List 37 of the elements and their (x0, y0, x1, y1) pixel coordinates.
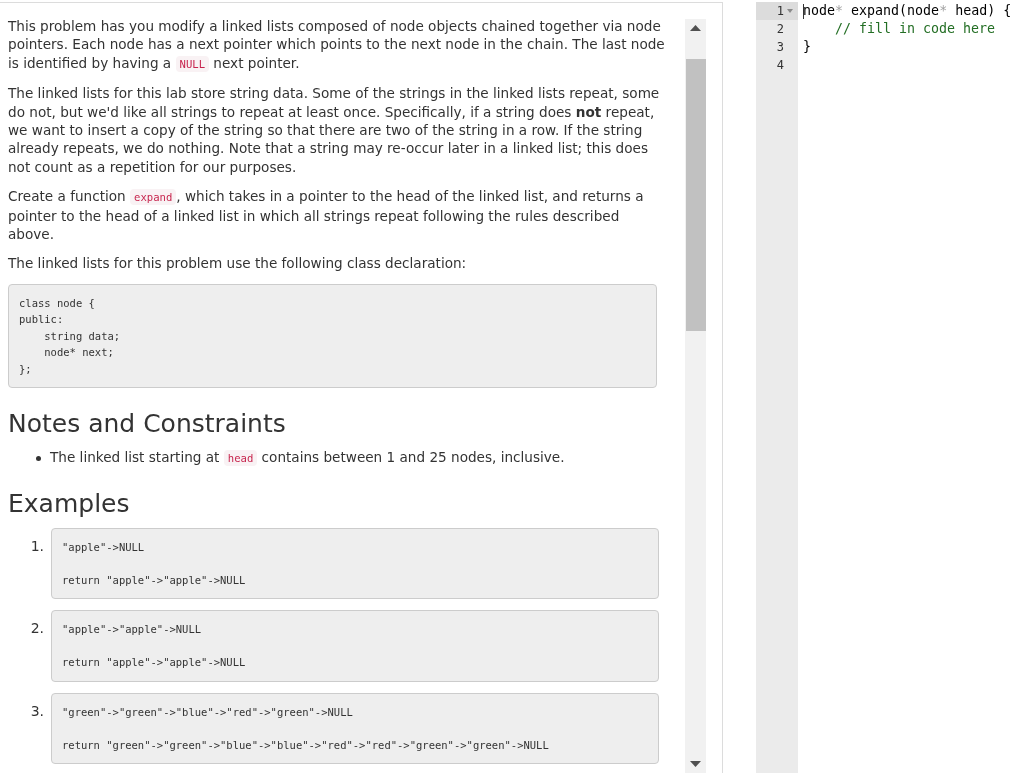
code-line[interactable]: // fill in code here (803, 20, 996, 38)
scroll-up-arrow-icon[interactable] (690, 25, 701, 31)
code-line: public: (19, 312, 64, 328)
scrollbar-thumb[interactable] (685, 59, 706, 331)
fold-caret-icon[interactable] (787, 9, 793, 13)
code-line: return "apple"->"apple"->NULL (62, 572, 246, 588)
line-number: 4 (775, 57, 785, 74)
code-line[interactable]: } (803, 38, 811, 56)
code-line: "apple"->NULL (62, 539, 145, 555)
section-heading: Examples (8, 488, 130, 519)
paragraph: The linked lists for this problem use the following class declaration: (8, 254, 468, 273)
code-line: string data; (43, 328, 121, 344)
scroll-down-arrow-icon[interactable] (690, 761, 701, 767)
line-number: 3 (775, 39, 785, 56)
code-line[interactable]: node* expand(node* head) { (803, 2, 1012, 20)
example-number: 2. (29, 619, 44, 638)
example-number: 3. (29, 701, 44, 720)
scrollbar[interactable] (685, 19, 706, 773)
code-line: }; (19, 361, 32, 377)
paragraph: Create a function expand , which takes in a pointer to the head of the linked list, and returns a pointer to the head of a linked list in which all strings repeat following the rules described above. (8, 187, 645, 244)
code-line: class node { (19, 295, 95, 311)
example-number: 1. (29, 536, 44, 555)
list-item-text: The linked list starting at head contains between 1 and 25 nodes, inclusive. (50, 448, 565, 468)
inline-code: NULL (175, 55, 210, 72)
paragraph: The linked lists for this lab store string data. Some of the strings in the linked lists repeat, some do not, but we'd like all strings to repeat at least once. Specifically, if a string does not repeat, we want to insert a copy of the string so that there are two of the string in a row. If the string already repeats, we do nothing. Note that a string may re-occur later in a linked list; this does not count as a repetition for our purposes. (8, 84, 661, 177)
code-line: node* next; (43, 345, 114, 361)
code-line: "apple"->"apple"->NULL (62, 622, 202, 638)
bullet-icon (36, 455, 41, 461)
code-line: return "green"->"green"->"blue"->"blue"->"red"->"red"->"green"->"green"->NULL (62, 737, 549, 753)
inline-code: head (223, 450, 258, 467)
section-heading: Notes and Constraints (8, 409, 286, 440)
paragraph: This problem has you modify a linked lists composed of node objects chained together via node pointers. Each node has a next pointer which points to the next node in the chain. The last node is identified by having a NULL next pointer. (8, 17, 666, 74)
line-number: 1 (756, 2, 798, 20)
inline-code: expand (130, 189, 177, 206)
code-line: return "apple"->"apple"->NULL (62, 655, 246, 671)
line-number: 2 (775, 21, 785, 38)
code-line: "green"->"green"->"blue"->"red"->"green"->NULL (62, 704, 353, 720)
